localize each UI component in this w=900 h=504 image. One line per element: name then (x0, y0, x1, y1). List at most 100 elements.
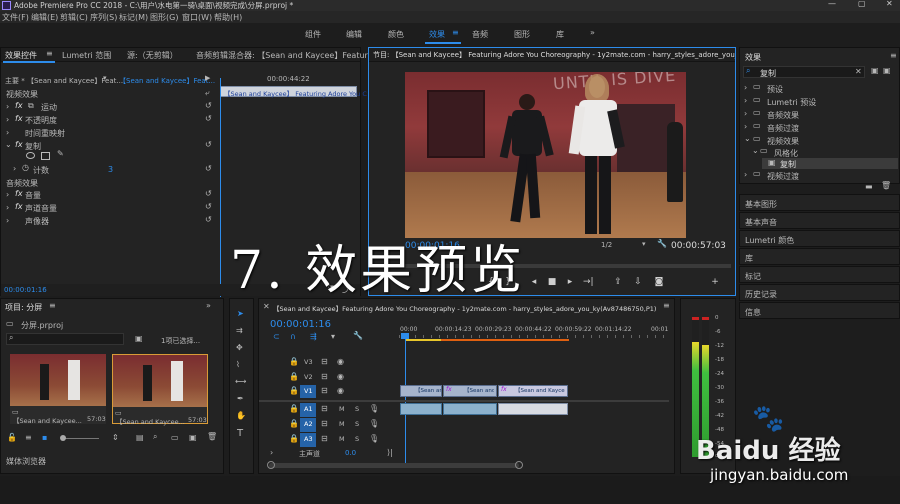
replicate-reset-icon[interactable]: ↺ (205, 140, 212, 149)
tab-effect-controls[interactable]: 效果控件 (5, 50, 37, 61)
mute-button[interactable]: M (339, 405, 345, 413)
menu-clip[interactable]: 剪辑(C) (60, 12, 88, 23)
go-to-out-icon[interactable]: →| (583, 277, 594, 287)
ec-playhead[interactable] (220, 78, 221, 297)
sync-lock-icon[interactable]: ⊟ (321, 372, 328, 381)
list-view-icon[interactable]: ≡ (25, 433, 32, 442)
count-reset-icon[interactable]: ↺ (205, 164, 212, 173)
play-audio-icon[interactable]: ▶ (205, 74, 210, 82)
effects-panel-menu-icon[interactable]: ≡ (890, 51, 897, 60)
project-overflow-icon[interactable]: » (206, 301, 211, 310)
eye-icon[interactable]: ◉ (337, 386, 344, 395)
volume-expand-icon[interactable]: › (6, 190, 9, 199)
section-markers[interactable]: 标记 (739, 266, 900, 283)
eye-icon[interactable]: ◉ (337, 357, 344, 366)
section-essential-sound[interactable]: 基本声音 (739, 212, 900, 229)
effects-search-box[interactable]: ⌕ 复制 ✕ (743, 66, 865, 78)
new-search-bin-icon[interactable]: ▣ (135, 334, 143, 343)
workspace-libraries[interactable]: 库 (556, 29, 564, 40)
razor-tool-icon[interactable]: ⌇ (236, 360, 240, 369)
replicate-row-expand-icon[interactable]: ⌄ (5, 140, 12, 149)
tree-expand-icon[interactable]: › (744, 96, 747, 105)
timeline-scrollbar[interactable] (269, 463, 519, 468)
workspace-assembly[interactable]: 组件 (305, 29, 321, 40)
workspace-audio[interactable]: 音频 (472, 29, 488, 40)
linked-selection-icon[interactable]: ∩ (290, 332, 296, 341)
master-value[interactable]: 0.0 (345, 449, 356, 457)
find-icon[interactable]: ⌕ (153, 432, 157, 442)
mute-button[interactable]: M (339, 420, 345, 428)
time-remap-row-expand-icon[interactable]: › (6, 128, 9, 137)
selection-tool-icon[interactable]: ➤ (237, 309, 244, 318)
sync-lock-icon[interactable]: ⊟ (321, 419, 328, 428)
master-end-icon[interactable]: ⟩| (387, 448, 393, 457)
menu-edit[interactable]: 编辑(E) (31, 12, 58, 23)
zoom-slider-handle[interactable] (60, 435, 66, 441)
workspace-menu-icon[interactable]: ≡ (452, 28, 459, 37)
motion-row-expand-icon[interactable]: › (6, 102, 9, 111)
project-search[interactable]: ⌕ (6, 333, 124, 345)
sync-lock-icon[interactable]: ⊟ (321, 386, 328, 395)
minimize-button[interactable]: — (828, 0, 836, 8)
playhead-handle[interactable] (401, 333, 409, 339)
section-lumetri-color[interactable]: Lumetri 颜色 (739, 230, 900, 247)
lock-track-icon[interactable]: 🔒 (289, 404, 299, 413)
effects-search-value[interactable]: 复制 (760, 68, 776, 79)
tree-expand-icon[interactable]: › (744, 83, 747, 92)
master-dropdown-icon[interactable]: ▾ (103, 74, 107, 82)
delete-icon[interactable]: 🗑 (881, 181, 891, 190)
solo-button[interactable]: S (355, 435, 359, 443)
tab-source[interactable]: 源:（无剪辑） (127, 50, 178, 61)
ripple-edit-tool-icon[interactable]: ✥ (236, 343, 243, 352)
a1-clip-1[interactable] (400, 403, 442, 415)
pen-mask-icon[interactable]: ✎ (57, 149, 64, 158)
sort-icon[interactable]: ⇕ (112, 433, 119, 442)
track-v3[interactable]: 🔒 V3 ⊟ ◉ (259, 356, 399, 369)
channel-volume-reset-icon[interactable]: ↺ (205, 202, 212, 211)
motion-reset-icon[interactable]: ↺ (205, 101, 212, 110)
project-menu-icon[interactable]: ≡ (49, 301, 56, 310)
ellipse-mask-icon[interactable] (26, 152, 35, 159)
count-value[interactable]: 3 (108, 165, 113, 174)
lock-icon[interactable]: 🔓 (7, 433, 17, 442)
panner-reset-icon[interactable]: ↺ (205, 215, 212, 224)
lift-icon[interactable]: ⇪ (613, 277, 623, 287)
work-area-yellow[interactable] (405, 339, 441, 341)
track-a2[interactable]: 🔒 A2 ⊟ M S 🎙 (259, 418, 399, 432)
a1-clip-3[interactable] (498, 403, 568, 415)
track-select-tool-icon[interactable]: ⇉ (236, 326, 243, 335)
tab-audio-clip-mixer[interactable]: 音频剪辑混合器: 【Sean and Kaycee】Featur (196, 50, 368, 61)
timeline-playhead[interactable] (405, 335, 406, 463)
menu-marker[interactable]: 标记(M) (119, 12, 148, 23)
timeline-scroll-handle-left[interactable] (267, 461, 275, 469)
add-marker-icon[interactable]: ⇶ (310, 332, 317, 341)
sequence-clip-label[interactable]: 【Sean and Kaycee】Feat... (119, 76, 215, 86)
section-essential-graphics[interactable]: 基本图形 (739, 194, 900, 211)
ec-export-icon[interactable]: ⤶ (205, 88, 209, 98)
tree-replicate[interactable]: 复制 (780, 159, 796, 170)
extract-icon[interactable]: ⇩ (633, 277, 643, 287)
rectangle-mask-icon[interactable] (41, 152, 50, 160)
solo-button[interactable]: S (355, 405, 359, 413)
track-a1[interactable]: 🔒 A1 ⊟ M S 🎙 (259, 403, 399, 417)
project-item-2[interactable]: ▭ 【Sean and Kaycee... 57:03 (112, 354, 208, 426)
tree-presets[interactable]: 预设 (767, 84, 783, 95)
section-info[interactable]: 信息 (739, 302, 900, 319)
clear-search-icon[interactable]: ✕ (855, 67, 862, 76)
sync-lock-icon[interactable]: ⊟ (321, 404, 328, 413)
tab-lumetri-scopes[interactable]: Lumetri 范围 (62, 50, 111, 61)
lock-track-icon[interactable]: 🔒 (289, 372, 299, 381)
lock-track-icon[interactable]: 🔒 (289, 434, 299, 443)
mute-button[interactable]: M (339, 435, 345, 443)
timeline-settings-icon[interactable]: 🔧 (353, 331, 363, 340)
media-browser-tab[interactable]: 媒体浏览器 (6, 456, 46, 467)
new-bin-icon[interactable]: ▬ (865, 182, 873, 191)
automate-icon[interactable]: ▤ (136, 433, 144, 442)
video-frame[interactable]: UNTIL IS DIVE (405, 72, 686, 238)
panner-expand-icon[interactable]: › (6, 216, 9, 225)
tree-expand-icon[interactable]: › (744, 170, 747, 179)
timeline-scroll-handle-right[interactable] (515, 461, 523, 469)
tree-audio-effects[interactable]: 音频效果 (767, 110, 799, 121)
menu-help[interactable]: 帮助(H) (214, 12, 242, 23)
lock-track-icon[interactable]: 🔒 (289, 386, 299, 395)
